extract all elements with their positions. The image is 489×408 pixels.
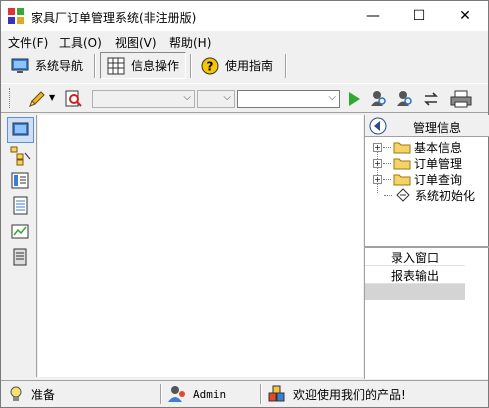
chevron-down-icon: ⌵ (183, 92, 191, 103)
grid-icon (107, 57, 125, 74)
status-separator (260, 384, 262, 404)
nav-separator (94, 54, 96, 78)
monitor-icon (12, 122, 29, 136)
left-toolbar (1, 115, 37, 377)
user-icon (168, 386, 185, 402)
panel-splitter[interactable] (365, 246, 489, 248)
pencil-icon[interactable] (27, 89, 47, 109)
menu-help[interactable]: 帮助(H) (169, 34, 211, 51)
document-icon[interactable] (9, 195, 31, 217)
right-panel: 管理信息 + 基本信息 + 订单管理 + 订单查询 系统初始化 录入窗口 报表输… (364, 115, 489, 379)
guide-label: 使用指南 (225, 59, 274, 73)
app-logo-icon (8, 8, 24, 24)
nav-separator (285, 54, 287, 78)
sync-icon[interactable] (421, 89, 441, 109)
status-ready-text: 准备 (31, 387, 56, 402)
status-welcome-text: 欢迎使用我们的产品! (293, 387, 406, 402)
list-item-label: 录入窗口 (391, 251, 440, 265)
list-item-report-output[interactable]: 报表输出 (365, 267, 465, 284)
maximize-button[interactable]: ☐ (396, 1, 442, 31)
settings-tool-icon (396, 188, 410, 202)
tree-item-order-query[interactable]: + 订单查询 (373, 171, 462, 187)
menu-tools[interactable]: 工具(O) (59, 34, 102, 51)
status-ready-pane: 准备 (7, 383, 55, 405)
system-nav-button[interactable]: 系统导航 (5, 52, 89, 79)
printer-icon[interactable] (449, 89, 473, 109)
menu-file[interactable]: 文件(F) (8, 34, 48, 51)
title-bar: 家具厂订单管理系统(非注册版) — ☐ ✕ (1, 1, 488, 31)
list-view-icon[interactable] (9, 170, 31, 192)
main-workspace[interactable] (38, 115, 363, 377)
combo-2[interactable]: ⌵ (197, 90, 235, 108)
folder-icon (393, 174, 411, 186)
tree-item-sys-init[interactable]: 系统初始化 (384, 187, 475, 203)
tree-item-label: 订单管理 (414, 156, 463, 171)
view-monitor-button[interactable] (7, 117, 34, 143)
combo-1[interactable]: ⌵ (92, 90, 195, 108)
expand-icon[interactable]: + (373, 158, 382, 168)
info-ops-button[interactable]: 信息操作 (100, 52, 187, 79)
toolbar-grip[interactable] (9, 88, 12, 108)
app-window: 家具厂订单管理系统(非注册版) — ☐ ✕ 文件(F) 工具(O) 视图(V) … (0, 0, 489, 408)
nav-toolbar: 系统导航 信息操作 ? 使用指南 (1, 51, 488, 81)
right-panel-title: 管理信息 (413, 121, 462, 135)
tree-scissors-icon[interactable] (9, 145, 31, 167)
expand-icon[interactable]: + (373, 174, 382, 184)
user-edit-icon[interactable] (395, 89, 415, 109)
minimize-button[interactable]: — (350, 1, 396, 31)
guide-button[interactable]: ? 使用指南 (195, 52, 279, 79)
close-button[interactable]: ✕ (442, 1, 488, 31)
expand-icon[interactable]: + (373, 142, 382, 152)
preview-icon[interactable] (64, 89, 84, 109)
tree-item-order-mgmt[interactable]: + 订单管理 (373, 155, 462, 171)
user-search-icon[interactable] (369, 89, 389, 109)
tree-item-label: 基本信息 (414, 140, 463, 155)
pencil-dropdown-arrow-icon[interactable]: ▼ (49, 93, 55, 102)
tree-connector (383, 178, 391, 180)
folder-icon (393, 142, 411, 154)
tree-item-basic-info[interactable]: + 基本信息 (373, 139, 462, 155)
system-nav-label: 系统导航 (35, 59, 84, 73)
tree-connector (383, 146, 391, 148)
product-boxes-icon (268, 385, 285, 402)
combo-3[interactable]: ⌵ (237, 90, 340, 108)
nav-separator (190, 54, 192, 78)
lightbulb-icon (10, 386, 22, 401)
status-bar: 准备 Admin 欢迎使用我们的产品! (1, 380, 488, 407)
status-welcome-pane: 欢迎使用我们的产品! (267, 383, 406, 405)
info-ops-label: 信息操作 (131, 59, 180, 73)
monitor-icon (11, 58, 29, 73)
list-item-label: 报表输出 (391, 269, 440, 283)
menu-view[interactable]: 视图(V) (115, 34, 157, 51)
tree-connector (383, 162, 391, 164)
chevron-down-icon: ⌵ (328, 92, 336, 103)
tree-connector (384, 194, 392, 196)
menu-bar: 文件(F) 工具(O) 视图(V) 帮助(H) (1, 31, 488, 51)
chart-icon[interactable] (9, 221, 31, 243)
right-panel-header: 管理信息 (365, 115, 489, 137)
list-empty-row (365, 284, 465, 300)
chevron-down-icon: ⌵ (223, 92, 231, 103)
svg-text:?: ? (207, 59, 214, 73)
list-item-entry-window[interactable]: 录入窗口 (365, 249, 465, 266)
main-toolbar: ▼ ⌵ ⌵ ⌵ (1, 83, 488, 113)
status-user-text: Admin (193, 387, 227, 401)
status-user-pane: Admin (167, 383, 226, 405)
window-title: 家具厂订单管理系统(非注册版) (31, 11, 197, 25)
report-icon[interactable] (9, 246, 31, 268)
tree-item-label: 订单查询 (414, 172, 463, 187)
status-separator (160, 384, 162, 404)
help-icon: ? (201, 57, 219, 74)
back-arrow-icon[interactable] (369, 117, 387, 135)
folder-icon (393, 158, 411, 170)
tree-item-label: 系统初始化 (415, 188, 476, 203)
play-icon[interactable] (344, 89, 364, 109)
